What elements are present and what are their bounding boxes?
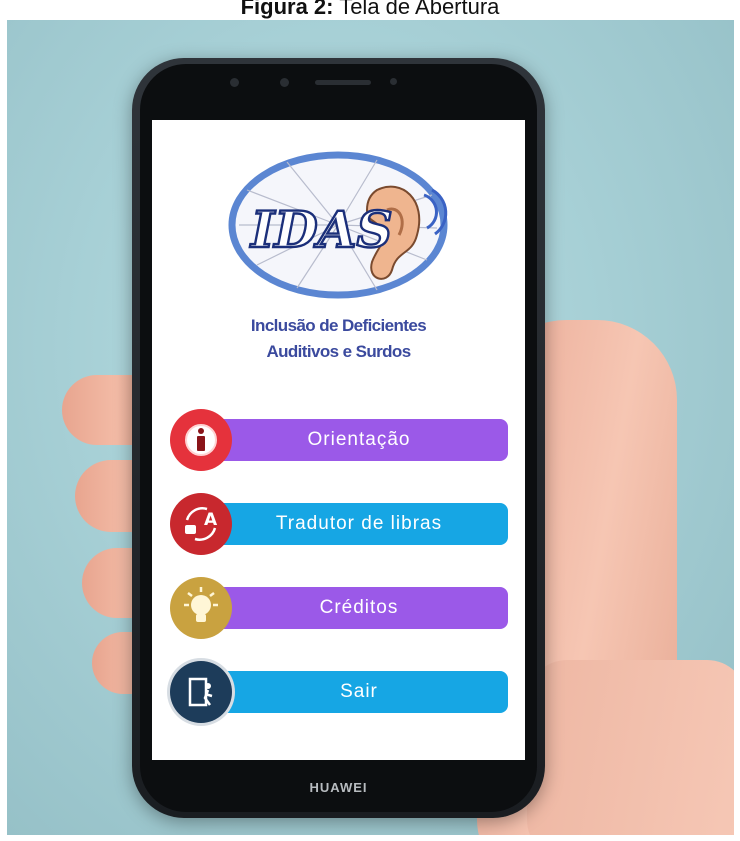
app-screen: IDAS Inclusão de Deficientes Auditivos e… <box>152 120 525 760</box>
proximity-sensor <box>390 78 397 85</box>
exit-door-icon[interactable] <box>170 661 232 723</box>
orientacao-label: Orientação <box>307 429 411 450</box>
tradutor-bar[interactable]: Tradutor de libras <box>210 503 508 545</box>
info-icon[interactable] <box>170 409 232 471</box>
translate-icon[interactable]: A <box>170 493 232 555</box>
creditos-button[interactable]: Créditos <box>170 577 518 639</box>
orientacao-button[interactable]: Orientação <box>170 409 518 471</box>
caption-title: Tela de Abertura <box>333 0 500 19</box>
sair-button[interactable]: Sair <box>170 661 518 723</box>
svg-text:A: A <box>204 510 218 530</box>
smartphone: IDAS Inclusão de Deficientes Auditivos e… <box>132 58 545 818</box>
app-subtitle: Inclusão de Deficientes Auditivos e Surd… <box>152 313 525 365</box>
figure-caption: Figura 2: Tela de Abertura <box>0 0 740 20</box>
earpiece-speaker <box>315 80 371 85</box>
idas-logo: IDAS <box>228 151 448 299</box>
orientacao-bar[interactable]: Orientação <box>210 419 508 461</box>
front-camera <box>280 78 289 87</box>
subtitle-line: Inclusão de Deficientes <box>250 316 427 335</box>
logo-text: IDAS <box>249 200 393 259</box>
lightbulb-icon[interactable] <box>170 577 232 639</box>
caption-label: Figura 2: <box>240 0 334 19</box>
front-camera <box>230 78 239 87</box>
creditos-label: Créditos <box>319 597 399 618</box>
subtitle-line: Auditivos e Surdos <box>266 342 411 361</box>
hand-wrist <box>527 660 734 835</box>
sair-bar[interactable]: Sair <box>210 671 508 713</box>
tradutor-label: Tradutor de libras <box>275 513 443 534</box>
phone-photo: IDAS Inclusão de Deficientes Auditivos e… <box>7 20 734 835</box>
creditos-bar[interactable]: Créditos <box>210 587 508 629</box>
phone-brand: HUAWEI <box>309 780 368 795</box>
tradutor-button[interactable]: Tradutor de libras A <box>170 493 518 555</box>
sair-label: Sair <box>340 681 378 702</box>
